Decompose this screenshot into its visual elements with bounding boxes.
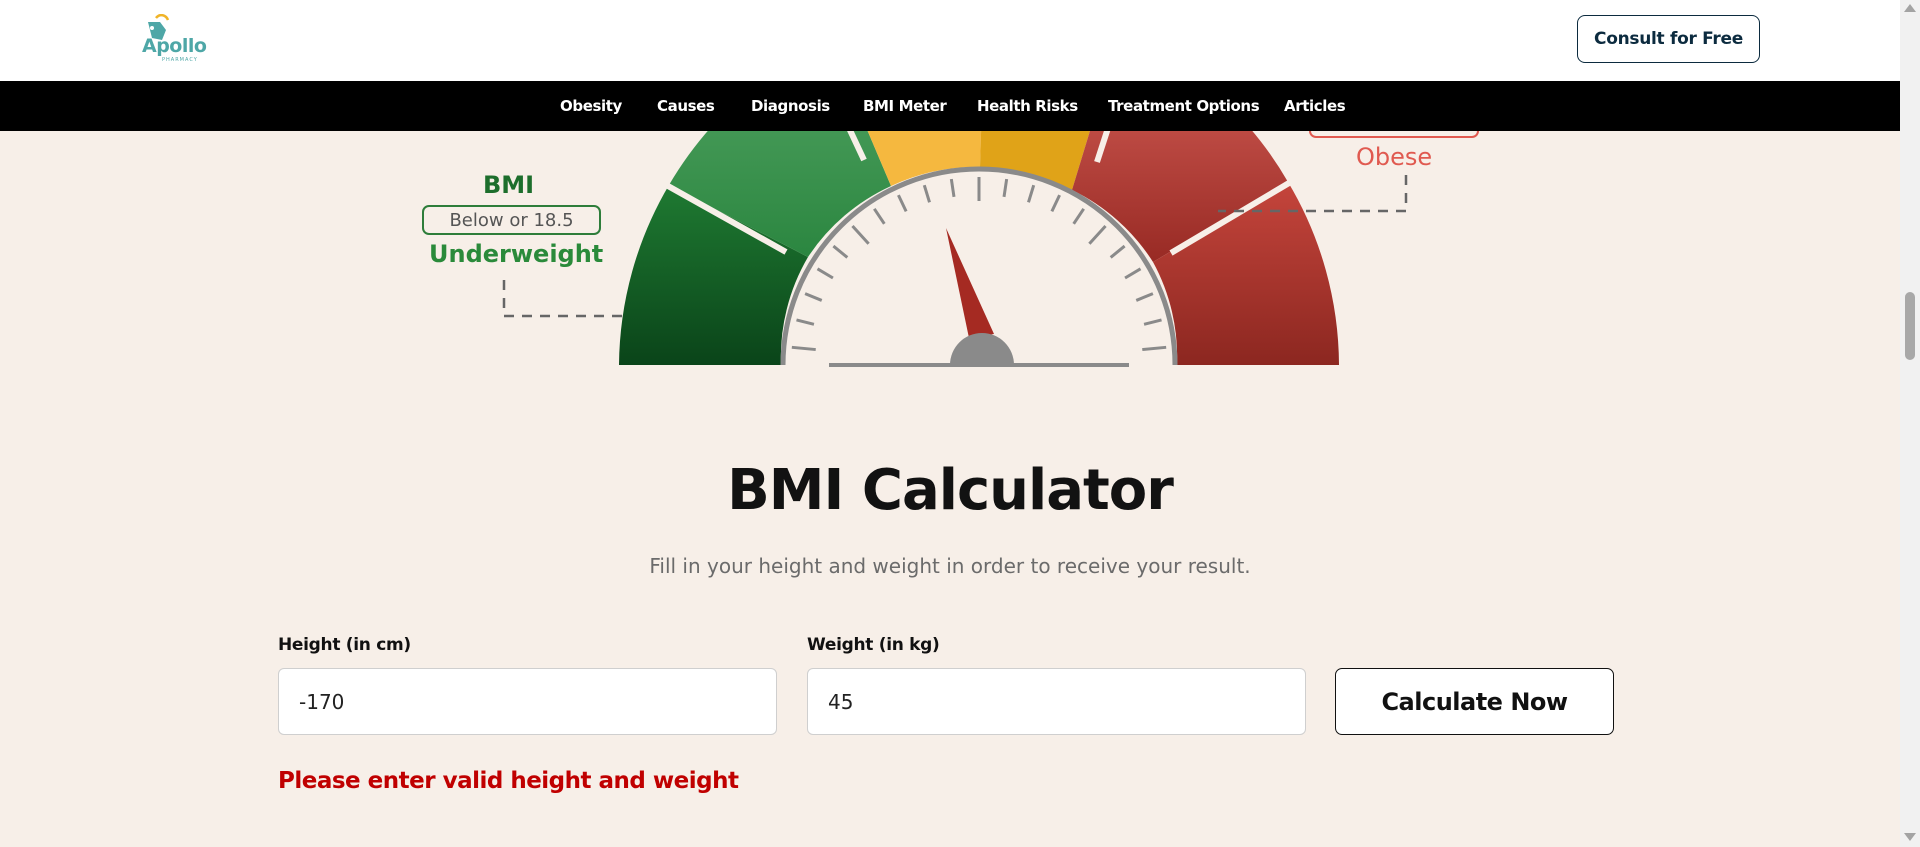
- nav-item-obesity[interactable]: Obesity: [560, 97, 622, 115]
- calculate-now-button[interactable]: Calculate Now: [1335, 668, 1614, 735]
- gauge-tick: [1109, 244, 1126, 259]
- page-scrollbar[interactable]: [1900, 0, 1920, 847]
- logo-text: Apollo: [142, 35, 207, 57]
- height-input[interactable]: [278, 668, 777, 735]
- scroll-up-arrow-icon[interactable]: [1904, 4, 1916, 12]
- gauge-tick: [1027, 184, 1036, 203]
- gauge-tick: [796, 318, 815, 326]
- weight-input[interactable]: [807, 668, 1306, 735]
- page-title: BMI Calculator: [727, 458, 1174, 523]
- gauge-tick: [1002, 178, 1009, 198]
- gauge-tick: [816, 267, 834, 280]
- gauge-underweight-range: Below or 18.5: [449, 210, 574, 231]
- gauge-bmi-heading: BMI: [483, 171, 535, 199]
- scroll-down-arrow-icon[interactable]: [1904, 833, 1916, 841]
- gauge-tick: [1142, 345, 1167, 352]
- nav-item-treatment-options[interactable]: Treatment Options: [1108, 97, 1260, 115]
- gauge-tick: [1143, 318, 1162, 326]
- gauge-tick: [1050, 194, 1061, 213]
- consult-for-free-button[interactable]: Consult for Free: [1577, 15, 1760, 63]
- gauge-tick: [791, 345, 816, 352]
- gauge-tick: [1072, 208, 1085, 225]
- nav-item-health-risks[interactable]: Health Risks: [977, 97, 1078, 115]
- calculator-subtitle: Fill in your height and weight in order …: [649, 554, 1251, 578]
- gauge-tick: [949, 178, 956, 198]
- gauge-tick: [851, 224, 870, 245]
- height-label: Height (in cm): [278, 635, 411, 655]
- gauge-tick: [832, 244, 849, 259]
- main-nav: Obesity Causes Diagnosis BMI Meter Healt…: [0, 81, 1900, 131]
- nav-item-causes[interactable]: Causes: [657, 97, 715, 115]
- gauge-tick: [1124, 267, 1142, 280]
- gauge-underweight-label: Underweight: [429, 240, 604, 268]
- gauge-tick: [873, 208, 886, 225]
- site-header: Apollo PHARMACY Consult for Free: [0, 0, 1900, 81]
- nav-item-articles[interactable]: Articles: [1284, 97, 1346, 115]
- gauge-tick: [804, 292, 823, 302]
- gauge-obese-label: Obese: [1356, 143, 1433, 171]
- gauge-tick: [922, 184, 931, 203]
- gauge-tick: [1088, 224, 1107, 245]
- weight-label: Weight (in kg): [807, 635, 940, 655]
- gauge-tick: [1135, 292, 1154, 302]
- error-message: Please enter valid height and weight: [278, 768, 739, 794]
- logo-subtext: PHARMACY: [162, 57, 198, 63]
- nav-item-diagnosis[interactable]: Diagnosis: [751, 97, 830, 115]
- gauge-needle: [946, 228, 1014, 365]
- scrollbar-thumb[interactable]: [1905, 292, 1915, 360]
- nav-item-bmi-meter[interactable]: BMI Meter: [863, 97, 947, 115]
- gauge-tick: [897, 194, 908, 213]
